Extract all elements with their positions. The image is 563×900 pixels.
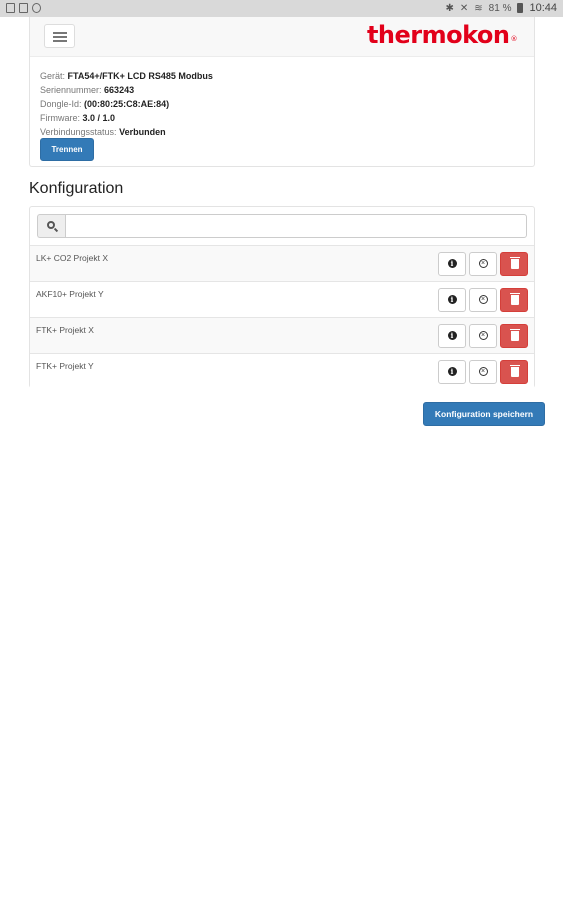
list-item[interactable]: FTK+ Projekt X i × (30, 317, 534, 353)
thermokon-logo: thermokon® (366, 21, 518, 49)
hamburger-icon (53, 32, 67, 34)
search-input[interactable] (65, 214, 527, 238)
info-icon: i (447, 258, 457, 268)
connection-status-row: Verbindungsstatus: Verbunden (40, 127, 166, 137)
firmware-row: Firmware: 3.0 / 1.0 (40, 113, 116, 123)
remove-button[interactable]: × (469, 252, 497, 276)
info-icon: i (447, 330, 457, 340)
serial-row: Seriennummer: 663243 (40, 85, 135, 95)
list-item[interactable]: LK+ CO2 Projekt X i × (30, 245, 534, 281)
search-group (37, 214, 527, 238)
configuration-list: LK+ CO2 Projekt X i × AKF10+ Projekt Y i… (30, 245, 534, 389)
sync-notification-icon (19, 3, 28, 13)
configuration-name: FTK+ Projekt Y (36, 361, 94, 371)
dongle-row: Dongle-Id: (00:80:25:C8:AE:84) (40, 99, 170, 109)
delete-button[interactable] (500, 360, 528, 384)
delete-button[interactable] (500, 288, 528, 312)
battery-percent: 81 % (488, 2, 512, 14)
mute-icon: ✕ (459, 2, 469, 14)
list-item[interactable]: AKF10+ Projekt Y i × (30, 281, 534, 317)
wifi-icon: ≋ (474, 2, 483, 14)
info-button[interactable]: i (438, 360, 466, 384)
info-button[interactable]: i (438, 288, 466, 312)
configuration-name: FTK+ Projekt X (36, 325, 94, 335)
delete-button[interactable] (500, 324, 528, 348)
section-title: Konfiguration (29, 180, 124, 197)
remove-button[interactable]: × (469, 324, 497, 348)
x-circle-icon: × (478, 294, 488, 304)
device-card: thermokon® Gerät: FTA54+/FTK+ LCD RS485 … (29, 17, 535, 167)
trash-icon (510, 257, 520, 269)
disconnect-button[interactable]: Trennen (40, 138, 94, 161)
status-bar: ✱ ✕ ≋ 81 % 10:44 (0, 0, 563, 17)
menu-toggle-button[interactable] (44, 24, 75, 48)
list-item[interactable]: FTK+ Projekt Y i × (30, 353, 534, 389)
battery-icon (517, 3, 524, 13)
navbar: thermokon® (30, 17, 534, 57)
clock: 10:44 (529, 2, 557, 14)
trash-icon (510, 329, 520, 341)
configuration-panel: LK+ CO2 Projekt X i × AKF10+ Projekt Y i… (29, 206, 535, 389)
device-row: Gerät: FTA54+/FTK+ LCD RS485 Modbus (40, 71, 213, 81)
remove-button[interactable]: × (469, 360, 497, 384)
configuration-name: AKF10+ Projekt Y (36, 289, 104, 299)
x-circle-icon: × (478, 258, 488, 268)
trash-icon (510, 365, 520, 377)
device-info: Gerät: FTA54+/FTK+ LCD RS485 Modbus Seri… (40, 69, 213, 139)
configuration-name: LK+ CO2 Projekt X (36, 253, 109, 263)
info-button[interactable]: i (438, 324, 466, 348)
notification-icons (6, 3, 41, 13)
x-circle-icon: × (478, 330, 488, 340)
save-configuration-button[interactable]: Konfiguration speichern (423, 402, 545, 426)
trash-icon (510, 293, 520, 305)
info-button[interactable]: i (438, 252, 466, 276)
x-circle-icon: × (478, 366, 488, 376)
delete-button[interactable] (500, 252, 528, 276)
info-icon: i (447, 294, 457, 304)
bluetooth-icon: ✱ (445, 2, 454, 14)
search-icon (37, 214, 65, 238)
info-icon: i (447, 366, 457, 376)
remove-button[interactable]: × (469, 288, 497, 312)
image-notification-icon (6, 3, 15, 13)
blocked-notification-icon (32, 3, 41, 13)
